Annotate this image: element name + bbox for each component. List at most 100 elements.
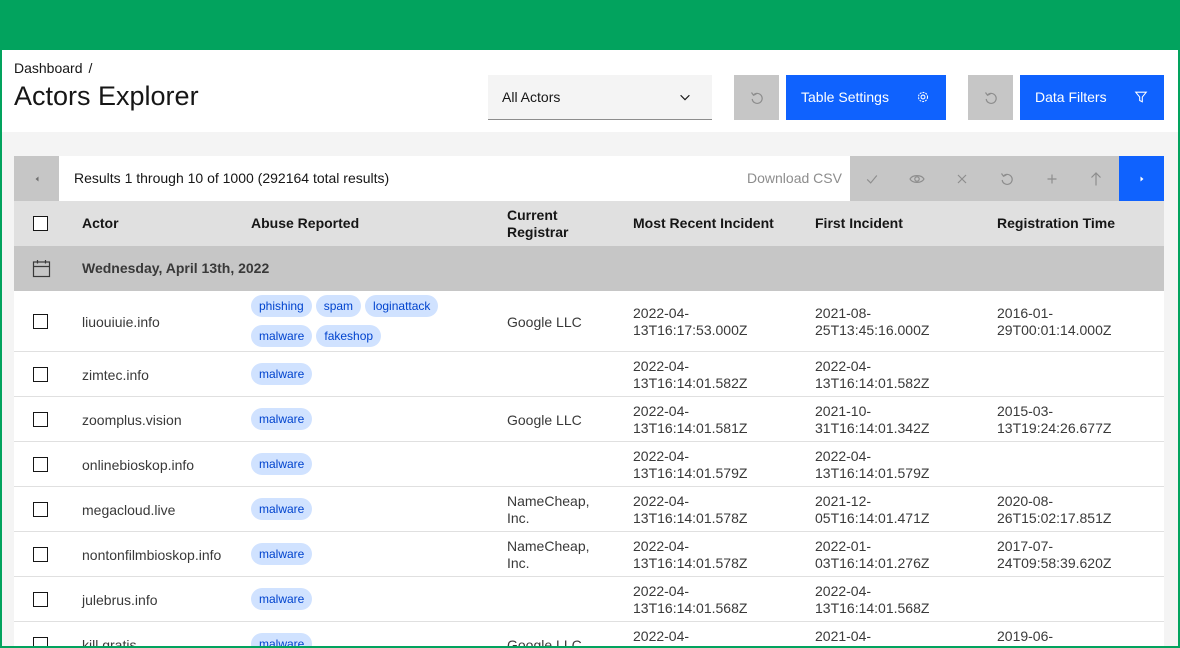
column-header-registration-time[interactable]: Registration Time bbox=[997, 201, 1115, 246]
data-filters-button[interactable]: Data Filters bbox=[1020, 75, 1164, 120]
most-recent-incident: 2022-04- 13T16:14:01.582Z bbox=[633, 357, 748, 391]
actor-name[interactable]: nontonfilmbioskop.info bbox=[82, 547, 242, 564]
abuse-tag[interactable]: malware bbox=[251, 543, 313, 565]
registration-time: 2020-08- 26T15:02:17.851Z bbox=[997, 492, 1112, 526]
actor-select[interactable]: All Actors bbox=[488, 75, 712, 120]
actor-name[interactable]: kill.gratis bbox=[82, 637, 242, 646]
actor-name[interactable]: zoomplus.vision bbox=[82, 412, 242, 429]
most-recent-incident: 2022-04- 13T16:14:01.579Z bbox=[633, 447, 748, 481]
table-row[interactable]: onlinebioskop.info malware 2022-04- 13T16:… bbox=[14, 442, 1164, 487]
arrow-up-icon bbox=[1091, 171, 1102, 185]
reset-button[interactable] bbox=[984, 156, 1029, 201]
column-header-abuse-reported[interactable]: Abuse Reported bbox=[251, 201, 359, 246]
data-filters-label: Data Filters bbox=[1035, 89, 1107, 105]
actor-name[interactable]: onlinebioskop.info bbox=[82, 457, 242, 474]
abuse-tags: malware bbox=[251, 453, 496, 475]
abuse-tags: malware bbox=[251, 408, 496, 430]
download-csv-link[interactable]: Download CSV bbox=[747, 156, 842, 201]
row-checkbox[interactable] bbox=[33, 547, 48, 562]
first-incident: 2021-04- bbox=[815, 627, 872, 644]
table-row[interactable]: megacloud.live malware NameCheap, Inc. 2022… bbox=[14, 487, 1164, 532]
most-recent-incident: 2022-04- 13T16:14:01.578Z bbox=[633, 492, 748, 526]
close-icon bbox=[957, 174, 967, 183]
page-header: Dashboard / Actors Explorer All Actors Ta… bbox=[2, 50, 1178, 132]
most-recent-incident: 2022-04- 13T16:17:53.000Z bbox=[633, 304, 748, 338]
abuse-tag[interactable]: fakeshop bbox=[316, 325, 382, 347]
top-bar bbox=[2, 0, 1178, 50]
actor-name[interactable]: zimtec.info bbox=[82, 367, 242, 384]
abuse-tags: malware bbox=[251, 363, 496, 385]
date-group-row: Wednesday, April 13th, 2022 bbox=[14, 246, 1164, 291]
registrar-name: Google LLC bbox=[507, 637, 582, 648]
registration-time: 2019-06- bbox=[997, 627, 1054, 644]
row-checkbox[interactable] bbox=[33, 457, 48, 472]
column-header-first-incident[interactable]: First Incident bbox=[815, 201, 903, 246]
most-recent-incident: 2022-04- 13T16:14:01.581Z bbox=[633, 402, 748, 436]
table-row[interactable]: julebrus.info malware 2022-04- 13T16:14:01… bbox=[14, 577, 1164, 622]
registrar-name: Google LLC bbox=[507, 314, 582, 330]
view-button[interactable] bbox=[895, 156, 940, 201]
table-row[interactable]: kill.gratis malware Google LLC 2022-04- 2021… bbox=[14, 622, 1164, 648]
reset-settings-button[interactable] bbox=[734, 75, 779, 120]
abuse-tags: malware bbox=[251, 633, 496, 646]
table-header: Actor Abuse Reported Current Registrar M… bbox=[14, 201, 1164, 246]
actor-name[interactable]: megacloud.live bbox=[82, 502, 242, 519]
actor-name[interactable]: liuouiuie.info bbox=[82, 314, 242, 331]
row-checkbox[interactable] bbox=[33, 592, 48, 607]
registrar-name: NameCheap, Inc. bbox=[507, 492, 590, 526]
remove-button[interactable] bbox=[940, 156, 985, 201]
column-header-actor[interactable]: Actor bbox=[82, 201, 119, 246]
row-checkbox[interactable] bbox=[33, 502, 48, 517]
row-checkbox[interactable] bbox=[33, 637, 48, 646]
abuse-tag[interactable]: malware bbox=[251, 408, 313, 430]
next-page-button[interactable] bbox=[1119, 156, 1164, 201]
first-incident: 2022-04- 13T16:14:01.579Z bbox=[815, 447, 930, 481]
results-summary: Results 1 through 10 of 1000 (292164 tot… bbox=[74, 170, 390, 186]
table-settings-label: Table Settings bbox=[801, 89, 889, 105]
abuse-tag[interactable]: malware bbox=[251, 325, 313, 347]
actor-name[interactable]: julebrus.info bbox=[82, 592, 242, 609]
abuse-tag[interactable]: spam bbox=[315, 295, 362, 317]
row-checkbox[interactable] bbox=[33, 367, 48, 382]
breadcrumb-link-dashboard[interactable]: Dashboard bbox=[14, 60, 83, 76]
most-recent-incident: 2022-04- 13T16:14:01.568Z bbox=[633, 582, 748, 616]
add-icon bbox=[1047, 174, 1057, 183]
abuse-tag[interactable]: phishing bbox=[251, 295, 312, 317]
filter-icon bbox=[1134, 91, 1148, 103]
first-incident: 2022-01- 03T16:14:01.276Z bbox=[815, 537, 930, 571]
abuse-tag[interactable]: malware bbox=[251, 453, 313, 475]
column-header-most-recent-incident[interactable]: Most Recent Incident bbox=[633, 201, 774, 246]
table-row[interactable]: liuouiuie.info phishing spam loginattack mal… bbox=[14, 291, 1164, 352]
table-toolbar: Results 1 through 10 of 1000 (292164 tot… bbox=[14, 156, 1164, 201]
registration-time: 2015-03- 13T19:24:26.677Z bbox=[997, 402, 1112, 436]
first-incident: 2022-04- 13T16:14:01.568Z bbox=[815, 582, 930, 616]
add-button[interactable] bbox=[1029, 156, 1074, 201]
reset-icon bbox=[750, 91, 763, 104]
abuse-tags: malware bbox=[251, 588, 496, 610]
table-row[interactable]: zoomplus.vision malware Google LLC 2022-04-… bbox=[14, 397, 1164, 442]
select-all-checkbox[interactable] bbox=[33, 216, 48, 231]
abuse-tag[interactable]: malware bbox=[251, 498, 313, 520]
registration-time: 2016-01- 29T00:01:14.000Z bbox=[997, 304, 1112, 338]
table-row[interactable]: zimtec.info malware 2022-04- 13T16:14:01.5… bbox=[14, 352, 1164, 397]
approve-button[interactable] bbox=[850, 156, 895, 201]
column-header-current-registrar[interactable]: Current Registrar bbox=[507, 201, 607, 246]
view-icon bbox=[909, 174, 925, 183]
caret-right-icon bbox=[1140, 176, 1143, 181]
table-row[interactable]: nontonfilmbioskop.info malware NameCheap, … bbox=[14, 532, 1164, 577]
table-settings-button[interactable]: Table Settings bbox=[786, 75, 946, 120]
row-checkbox[interactable] bbox=[33, 412, 48, 427]
abuse-tag[interactable]: malware bbox=[251, 363, 313, 385]
most-recent-incident: 2022-04- bbox=[633, 627, 690, 644]
reset-filters-button[interactable] bbox=[968, 75, 1013, 120]
abuse-tag[interactable]: loginattack bbox=[365, 295, 439, 317]
abuse-tags: malware bbox=[251, 498, 496, 520]
previous-page-button[interactable] bbox=[14, 156, 59, 201]
upload-button[interactable] bbox=[1074, 156, 1119, 201]
registrar-name: NameCheap, Inc. bbox=[507, 537, 590, 571]
abuse-tag[interactable]: malware bbox=[251, 633, 313, 646]
chevron-down-icon bbox=[680, 94, 690, 101]
first-incident: 2021-08- 25T13:45:16.000Z bbox=[815, 304, 930, 338]
abuse-tag[interactable]: malware bbox=[251, 588, 313, 610]
row-checkbox[interactable] bbox=[33, 314, 48, 329]
